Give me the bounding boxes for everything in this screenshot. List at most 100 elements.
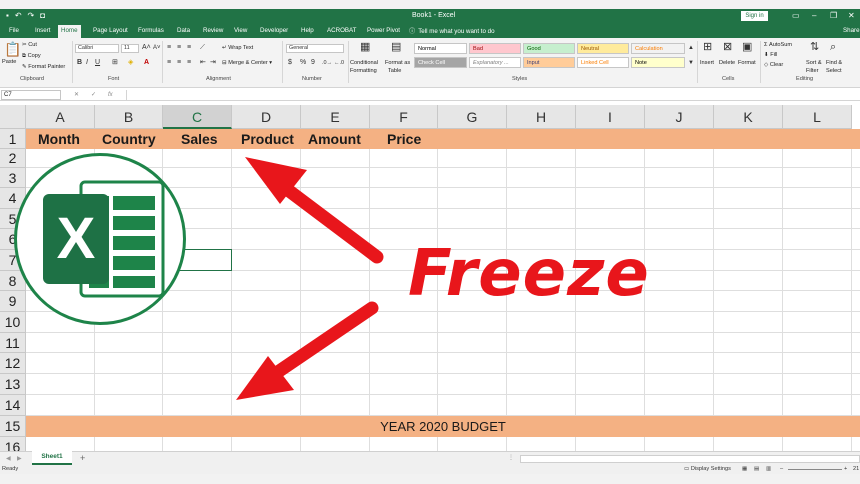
add-sheet-icon[interactable]: +	[80, 454, 85, 463]
redo-icon[interactable]: ↷	[28, 11, 35, 21]
sort-filter-line2[interactable]: Filter	[806, 68, 818, 75]
conditional-formatting-icon[interactable]: ▦	[360, 41, 370, 53]
row-header-15[interactable]: 15	[0, 416, 26, 437]
zoom-out-icon[interactable]: –	[780, 465, 783, 474]
tell-me-box[interactable]: ⓘ Tell me what you want to do	[406, 25, 498, 38]
column-header-d[interactable]: D	[232, 105, 301, 129]
tab-help[interactable]: Help	[298, 25, 317, 38]
format-cells-button[interactable]: Format	[738, 60, 756, 67]
save-icon[interactable]: ▪	[6, 11, 9, 21]
delete-cells-button[interactable]: Delete	[719, 60, 735, 67]
delete-cells-icon[interactable]: ⊠	[723, 41, 732, 53]
tab-data[interactable]: Data	[174, 25, 193, 38]
tab-page-layout[interactable]: Page Layout	[90, 25, 131, 38]
borders-icon[interactable]: ⊞	[112, 59, 118, 67]
clear-button[interactable]: ◇ Clear	[764, 62, 783, 69]
sheet-tab-sheet1[interactable]: Sheet1	[32, 451, 72, 465]
scroll-right-icon[interactable]: ▶	[17, 455, 22, 463]
copy-button[interactable]: ⧉ Copy	[22, 53, 41, 60]
merge-center-button[interactable]: ⊟ Merge & Center ▾	[222, 60, 272, 67]
sort-filter-line1[interactable]: Sort &	[806, 60, 822, 67]
style-note[interactable]: Note	[631, 57, 685, 68]
column-header-c[interactable]: C	[163, 105, 232, 129]
increase-decimal-icon[interactable]: .0→	[322, 59, 332, 67]
header-cell-month[interactable]: Month	[38, 129, 80, 149]
align-left-icon[interactable]: ≡	[167, 59, 171, 67]
align-bottom-icon[interactable]: ≡	[187, 44, 191, 52]
format-as-table-line2[interactable]: Table	[388, 68, 401, 75]
column-header-g[interactable]: G	[438, 105, 507, 129]
font-color-icon[interactable]: A	[144, 59, 149, 67]
fill-button[interactable]: ⬇ Fill	[764, 52, 777, 59]
column-header-a[interactable]: A	[26, 105, 95, 129]
italic-button[interactable]: I	[86, 59, 88, 67]
font-size-combo[interactable]: 11	[121, 44, 139, 53]
page-layout-view-icon[interactable]: ▤	[754, 465, 759, 474]
style-good[interactable]: Good	[523, 43, 575, 54]
find-select-line1[interactable]: Find &	[826, 60, 842, 67]
align-top-icon[interactable]: ≡	[167, 44, 171, 52]
style-neutral[interactable]: Neutral	[577, 43, 629, 54]
page-break-view-icon[interactable]: ▥	[766, 465, 771, 474]
column-header-l[interactable]: L	[783, 105, 852, 129]
format-cells-icon[interactable]: ▣	[742, 41, 752, 53]
column-header-f[interactable]: F	[370, 105, 438, 129]
row-header-12[interactable]: 12	[0, 353, 26, 374]
orientation-icon[interactable]: ⟋	[200, 44, 205, 52]
row-header-1[interactable]: 1	[0, 129, 26, 149]
camera-icon[interactable]: ◘	[40, 11, 45, 21]
conditional-formatting-line2[interactable]: Formatting	[350, 68, 377, 75]
scroll-left-icon[interactable]: ◀	[6, 455, 11, 463]
tab-developer[interactable]: Developer	[257, 25, 291, 38]
styles-scroll-down-icon[interactable]: ▼	[688, 59, 694, 67]
find-icon[interactable]: ⌕	[830, 41, 836, 53]
share-button[interactable]: Share	[840, 25, 860, 38]
row-header-14[interactable]: 14	[0, 395, 26, 416]
paste-icon[interactable]: 📋	[4, 42, 21, 56]
cancel-icon[interactable]: ✕	[74, 91, 79, 99]
tab-formulas[interactable]: Formulas	[135, 25, 167, 38]
formula-input[interactable]	[126, 90, 859, 100]
currency-button[interactable]: $	[288, 59, 292, 67]
styles-scroll-up-icon[interactable]: ▲	[688, 44, 694, 52]
format-as-table-line1[interactable]: Format as	[385, 60, 410, 67]
column-header-h[interactable]: H	[507, 105, 576, 129]
enter-icon[interactable]: ✓	[91, 91, 96, 99]
autosum-button[interactable]: Σ AutoSum	[764, 42, 792, 49]
align-middle-icon[interactable]: ≡	[177, 44, 181, 52]
decrease-decimal-icon[interactable]: ←.0	[334, 59, 344, 67]
font-name-combo[interactable]: Calibri	[75, 44, 119, 53]
conditional-formatting-line1[interactable]: Conditional	[350, 60, 378, 67]
column-header-j[interactable]: J	[645, 105, 714, 129]
ribbon-display-icon[interactable]: ▭	[792, 11, 800, 21]
tab-insert[interactable]: Insert	[32, 25, 53, 38]
maximize-icon[interactable]: ❐	[830, 11, 837, 21]
row-header-16[interactable]: 16	[0, 437, 26, 451]
style-normal[interactable]: Normal	[414, 43, 467, 54]
number-format-combo[interactable]: General	[286, 44, 344, 53]
zoom-in-icon[interactable]: +	[844, 465, 847, 474]
function-icon[interactable]: fx	[108, 91, 113, 99]
percent-button[interactable]: %	[300, 59, 306, 67]
wrap-text-button[interactable]: ↵ Wrap Text	[222, 45, 253, 52]
normal-view-icon[interactable]: ▦	[742, 465, 747, 474]
header-cell-country[interactable]: Country	[102, 129, 156, 149]
decrease-indent-icon[interactable]: ⇤	[200, 59, 206, 67]
align-right-icon[interactable]: ≡	[187, 59, 191, 67]
header-cell-price[interactable]: Price	[387, 129, 421, 149]
sign-in-button[interactable]: Sign in	[741, 11, 768, 21]
column-header-k[interactable]: K	[714, 105, 783, 129]
insert-cells-icon[interactable]: ⊞	[703, 41, 712, 53]
shrink-font-icon[interactable]: A˅	[153, 44, 161, 52]
style-bad[interactable]: Bad	[469, 43, 521, 54]
tab-file[interactable]: File	[6, 25, 22, 38]
close-icon[interactable]: ✕	[848, 11, 855, 21]
style-explanatory[interactable]: Explanatory ...	[469, 57, 521, 68]
style-check-cell[interactable]: Check Cell	[414, 57, 467, 68]
tab-power-pivot[interactable]: Power Pivot	[364, 25, 403, 38]
comma-style-button[interactable]: 9	[311, 59, 315, 67]
paste-button[interactable]: Paste	[2, 59, 16, 66]
undo-icon[interactable]: ↶	[15, 11, 22, 21]
row-header-13[interactable]: 13	[0, 374, 26, 395]
insert-cells-button[interactable]: Insert	[700, 60, 714, 67]
